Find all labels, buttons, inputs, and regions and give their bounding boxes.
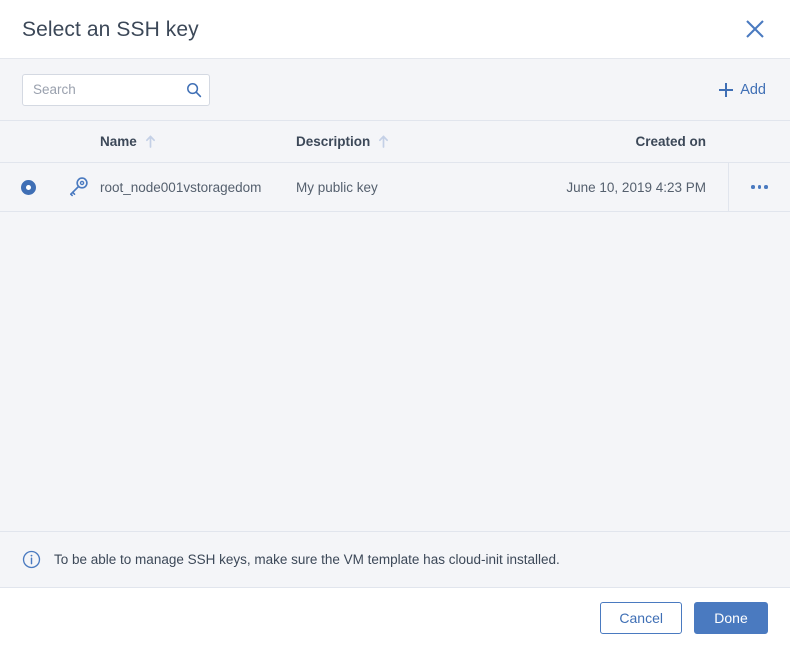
kebab-dot	[764, 185, 768, 189]
table-header-row: Name Description Created on	[0, 120, 790, 163]
table-empty-space	[0, 212, 790, 531]
kebab-dot	[757, 185, 762, 189]
dialog-toolbar: Add	[0, 58, 790, 120]
kebab-menu-icon[interactable]	[745, 177, 774, 197]
row-select-cell	[0, 179, 56, 195]
row-name-cell: root_node001vstoragedom	[100, 180, 296, 195]
dialog-title: Select an SSH key	[22, 17, 199, 41]
search-icon[interactable]	[183, 79, 205, 101]
column-header-name-label: Name	[100, 134, 137, 149]
add-button[interactable]: Add	[717, 78, 768, 102]
row-description-cell: My public key	[296, 179, 378, 195]
row-icon-cell	[56, 176, 100, 198]
plus-icon	[719, 82, 734, 97]
sort-ascending-arrow-icon	[378, 135, 389, 148]
row-radio-button[interactable]	[20, 179, 36, 195]
select-ssh-key-dialog: Select an SSH key Add	[0, 0, 790, 648]
row-name-text: root_node001vstoragedom	[100, 179, 262, 195]
sort-arrow-glyph	[379, 135, 389, 148]
row-menu-cell	[728, 163, 790, 211]
info-bar: To be able to manage SSH keys, make sure…	[0, 531, 790, 588]
kebab-dot	[751, 185, 755, 189]
column-header-name[interactable]: Name	[100, 134, 296, 149]
search-input[interactable]	[22, 73, 210, 106]
table-row[interactable]: root_node001vstoragedom My public key Ju…	[0, 163, 790, 212]
add-button-label: Add	[740, 81, 766, 98]
cancel-button[interactable]: Cancel	[600, 602, 682, 634]
close-icon[interactable]	[738, 12, 772, 46]
column-header-created-on-label: Created on	[635, 134, 706, 149]
dialog-footer: Cancel Done	[0, 588, 790, 648]
sort-ascending-arrow-icon	[145, 135, 156, 148]
column-header-description[interactable]: Description	[296, 134, 496, 149]
search-field-wrapper	[22, 73, 210, 106]
dialog-titlebar: Select an SSH key	[0, 0, 790, 58]
header-menu-cell	[728, 121, 790, 162]
info-message: To be able to manage SSH keys, make sure…	[54, 552, 560, 567]
key-icon	[70, 177, 88, 197]
info-circle-icon	[22, 550, 41, 569]
column-header-created-on[interactable]: Created on	[496, 134, 728, 149]
ssh-keys-table: Name Description Created on root_node001…	[0, 120, 790, 531]
search-icon-glyph	[187, 82, 202, 97]
done-button[interactable]: Done	[694, 602, 768, 634]
sort-arrow-glyph	[145, 135, 155, 148]
close-icon-glyph	[746, 20, 764, 38]
column-header-description-label: Description	[296, 134, 371, 149]
row-created-on-cell: June 10, 2019 4:23 PM	[566, 179, 706, 195]
